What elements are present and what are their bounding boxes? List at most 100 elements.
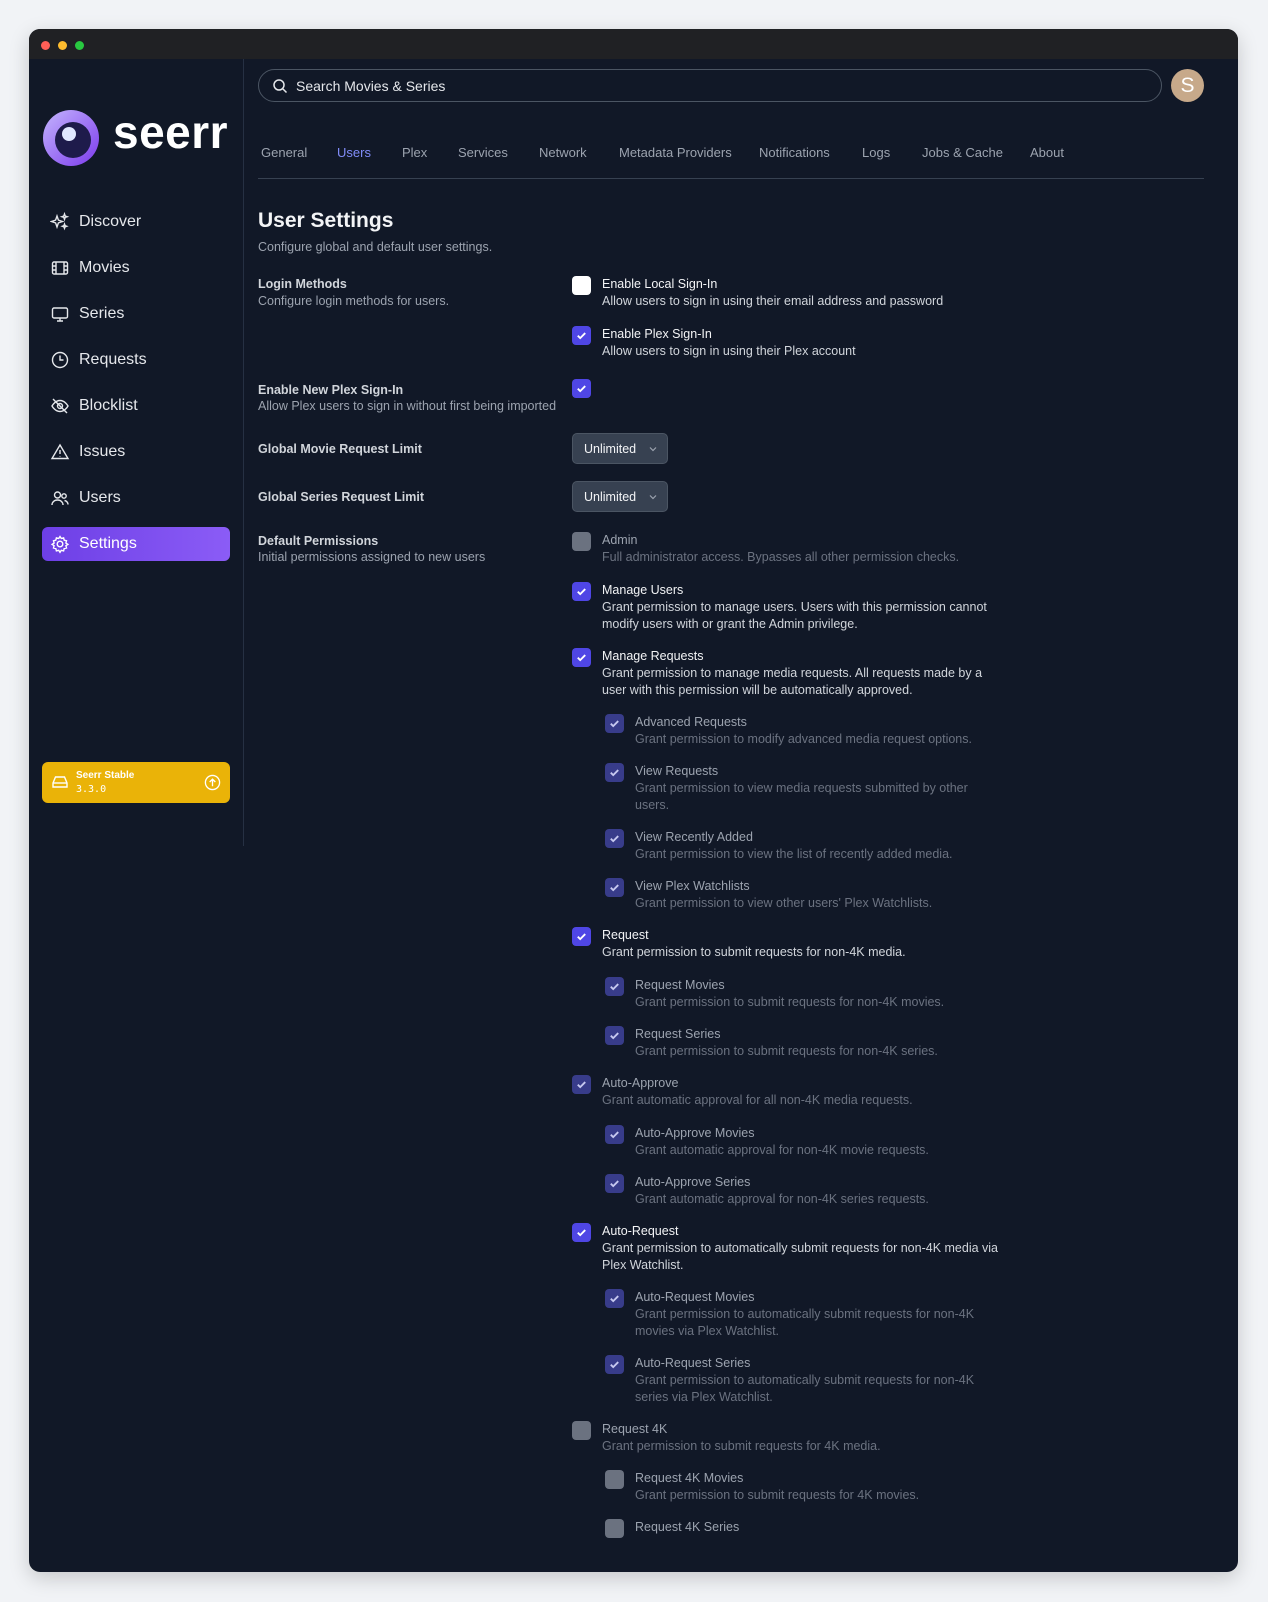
sidebar-item-label: Series: [79, 305, 125, 322]
permission-desc: Grant permission to submit requests for …: [602, 945, 906, 959]
permission-checkbox[interactable]: [572, 648, 591, 667]
permission-checkbox[interactable]: [605, 763, 624, 782]
check-icon: [577, 1229, 586, 1237]
permission-title: Manage Requests: [602, 649, 704, 663]
permission-checkbox[interactable]: [572, 532, 591, 551]
movie-limit-value: Unlimited: [584, 441, 637, 456]
sidebar-item-movies[interactable]: Movies: [42, 251, 230, 285]
permission-desc: Grant permission to view the list of rec…: [635, 847, 953, 861]
permission-desc: Grant automatic approval for non-4K seri…: [635, 1192, 929, 1206]
check-icon: [610, 835, 619, 843]
permission-checkbox[interactable]: [572, 927, 591, 946]
permission-title: Request 4K Series: [635, 1520, 740, 1534]
new-plex-signin-checkbox[interactable]: [572, 379, 591, 398]
permission-checkbox[interactable]: [605, 829, 624, 848]
check-icon: [610, 1032, 619, 1040]
permission-checkbox[interactable]: [605, 1519, 624, 1538]
seerr-logo-icon[interactable]: [42, 109, 100, 167]
tab-about[interactable]: About: [1030, 145, 1064, 160]
search-input[interactable]: [294, 76, 1138, 95]
tab-notifications[interactable]: Notifications: [759, 145, 830, 160]
permission-checkbox[interactable]: [605, 1289, 624, 1308]
sidebar-item-discover[interactable]: Discover: [42, 205, 230, 239]
version-number: 3.3.0: [76, 784, 107, 795]
tab-general[interactable]: General: [261, 145, 307, 160]
tab-jobs-cache[interactable]: Jobs & Cache: [922, 145, 1003, 160]
sidebar-item-series[interactable]: Series: [42, 297, 230, 331]
series-limit-select[interactable]: Unlimited: [572, 481, 668, 512]
permission-checkbox[interactable]: [572, 582, 591, 601]
maximize-window-button[interactable]: [75, 41, 84, 50]
permission-desc: Grant permission to view media requests …: [635, 781, 968, 812]
check-icon: [577, 1081, 586, 1089]
plex-signin-desc: Allow users to sign in using their Plex …: [602, 344, 856, 358]
login-methods-desc: Configure login methods for users.: [258, 294, 450, 308]
permission-desc: Grant permission to automatically submit…: [635, 1373, 975, 1404]
permission-title: Request: [602, 928, 649, 942]
permission-title: Request 4K Movies: [635, 1471, 744, 1485]
permission-checkbox[interactable]: [572, 1421, 591, 1440]
version-badge[interactable]: Seerr Stable 3.3.0: [42, 762, 230, 803]
permission-checkbox[interactable]: [605, 1355, 624, 1374]
tab-metadata-providers[interactable]: Metadata Providers: [619, 145, 732, 160]
permission-desc: Grant permission to automatically submit…: [602, 1241, 999, 1272]
sidebar-item-users[interactable]: Users: [42, 481, 230, 515]
permission-desc: Grant permission to view other users' Pl…: [635, 896, 933, 910]
sidebar-item-label: Settings: [79, 535, 137, 552]
users-icon: [50, 488, 70, 508]
permission-checkbox[interactable]: [605, 1470, 624, 1489]
plex-signin-checkbox[interactable]: [572, 326, 591, 345]
permission-checkbox[interactable]: [605, 878, 624, 897]
permission-title: Request Series: [635, 1027, 721, 1041]
permission-checkbox[interactable]: [605, 1125, 624, 1144]
check-icon: [610, 769, 619, 777]
tab-network[interactable]: Network: [539, 145, 587, 160]
page-title: User Settings: [258, 209, 394, 232]
permission-desc: Grant permission to manage users. Users …: [602, 600, 987, 631]
permission-title: Admin: [602, 533, 638, 547]
sidebar-item-requests[interactable]: Requests: [42, 343, 230, 377]
chevron-down-icon: [648, 444, 658, 454]
new-plex-signin-label: Enable New Plex Sign-In: [258, 383, 404, 397]
chevron-down-icon: [648, 492, 658, 502]
permission-desc: Grant permission to modify advanced medi…: [635, 732, 972, 746]
check-icon: [577, 588, 586, 596]
permission-desc: Grant permission to submit requests for …: [635, 1044, 938, 1058]
permission-checkbox[interactable]: [605, 714, 624, 733]
tab-logs[interactable]: Logs: [862, 145, 890, 160]
permission-checkbox[interactable]: [605, 1026, 624, 1045]
permission-title: View Plex Watchlists: [635, 879, 750, 893]
movie-limit-label: Global Movie Request Limit: [258, 442, 422, 456]
permission-desc: Grant permission to manage media request…: [602, 666, 983, 697]
permission-title: Auto-Request: [602, 1224, 679, 1238]
permission-checkbox[interactable]: [605, 977, 624, 996]
sidebar: seerr Discover Movies Series Requests Bl…: [29, 59, 244, 846]
local-signin-title: Enable Local Sign-In: [602, 277, 718, 291]
permission-title: Auto-Approve Series: [635, 1175, 751, 1189]
logo-text: seerr: [113, 106, 229, 158]
search-bar[interactable]: [258, 69, 1162, 102]
avatar[interactable]: S: [1171, 69, 1204, 102]
permission-checkbox[interactable]: [572, 1075, 591, 1094]
plex-signin-title: Enable Plex Sign-In: [602, 327, 712, 341]
sidebar-item-label: Discover: [79, 213, 142, 230]
tab-plex[interactable]: Plex: [402, 145, 427, 160]
sidebar-item-settings[interactable]: Settings: [42, 527, 230, 561]
permission-checkbox[interactable]: [572, 1223, 591, 1242]
tab-users[interactable]: Users: [337, 145, 371, 160]
permission-checkbox[interactable]: [605, 1174, 624, 1193]
permission-title: Advanced Requests: [635, 715, 747, 729]
tab-services[interactable]: Services: [458, 145, 508, 160]
local-signin-checkbox[interactable]: [572, 276, 591, 295]
series-limit-label: Global Series Request Limit: [258, 490, 425, 504]
login-methods-label: Login Methods: [258, 277, 347, 291]
sparkles-icon: [50, 212, 70, 232]
sidebar-item-blocklist[interactable]: Blocklist: [42, 389, 230, 423]
sidebar-item-label: Blocklist: [79, 397, 138, 414]
close-window-button[interactable]: [41, 41, 50, 50]
sidebar-item-issues[interactable]: Issues: [42, 435, 230, 469]
movie-limit-select[interactable]: Unlimited: [572, 433, 668, 464]
minimize-window-button[interactable]: [58, 41, 67, 50]
permission-title: View Recently Added: [635, 830, 753, 844]
page-subtitle: Configure global and default user settin…: [258, 240, 493, 254]
